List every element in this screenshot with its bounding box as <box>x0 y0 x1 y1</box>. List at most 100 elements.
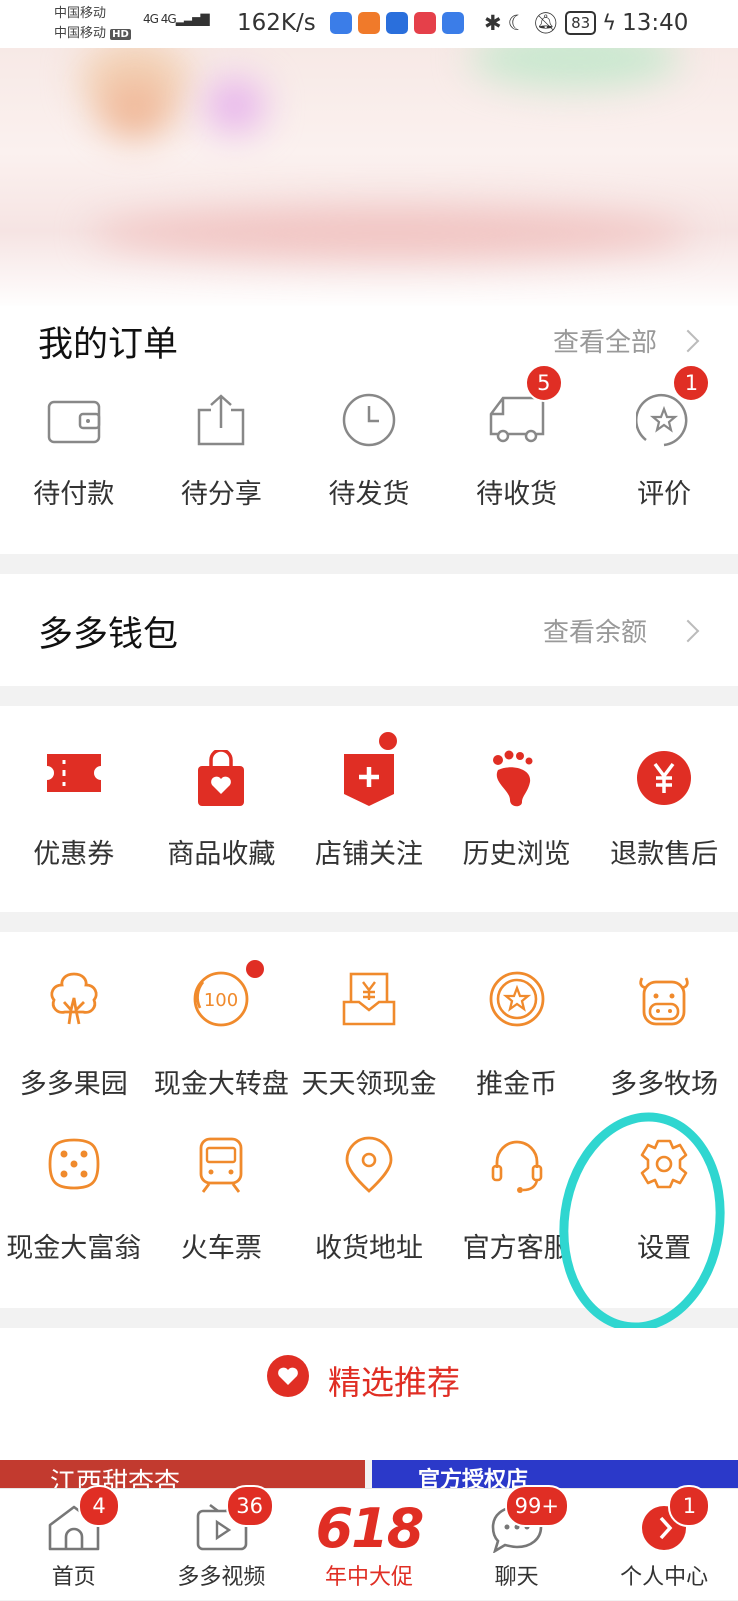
train-icon <box>195 1136 247 1198</box>
wallet-card[interactable]: 多多钱包 查看余额 <box>0 574 738 686</box>
view-all-orders-link[interactable]: 查看全部 <box>553 322 657 359</box>
svg-text:100: 100 <box>204 990 238 1011</box>
location-pin-icon <box>343 1136 395 1198</box>
banner-left-text: 江西甜杏杏 <box>50 1468 181 1490</box>
tool-label: 收货地址 <box>314 1233 423 1264</box>
tool-label: 现金大转盘 <box>153 1069 289 1100</box>
network-speed: 162K/s <box>237 10 316 36</box>
tab-video[interactable]: 多多视频 36 <box>148 1485 296 1601</box>
bulb-icon <box>386 12 408 34</box>
wallet-icon <box>46 392 102 452</box>
recommend-title: 精选推荐 <box>328 1363 460 1402</box>
tool-cow[interactable]: 多多牧场 <box>590 952 738 1112</box>
status-bar: 中国移动 中国移动 HD 4G 4G▂▃▅▇ 162K/s ✱ ☾ 🔕︎ 83 … <box>0 0 738 48</box>
cash-envelope-icon <box>341 970 397 1032</box>
count-badge: 1 <box>672 364 711 402</box>
system-icons: ✱ ☾ 🔕︎ 83 ϟ 13:40 <box>484 10 688 36</box>
store-follow-icon <box>342 750 396 812</box>
order-share[interactable]: 待分享 <box>148 382 296 532</box>
618-logo: 618 <box>315 1497 425 1560</box>
tab-chat[interactable]: 聊天 99+ <box>443 1485 591 1601</box>
blur-pill <box>470 48 680 88</box>
star-comment-icon <box>635 392 692 452</box>
tool-label: 现金大富翁 <box>6 1233 142 1264</box>
order-label: 待付款 <box>33 479 115 510</box>
banner-left[interactable]: 江西甜杏杏 <box>0 1460 365 1490</box>
tab-label: 个人中心 <box>620 1565 709 1590</box>
tool-tree[interactable]: 多多果园 <box>0 952 148 1112</box>
order-clock[interactable]: 待发货 <box>295 382 443 532</box>
tool-location-pin[interactable]: 收货地址 <box>295 1118 443 1278</box>
cow-icon <box>634 970 694 1032</box>
service-favorite-bag[interactable]: 商品收藏 <box>148 728 296 898</box>
bottom-tab-bar: 首页 4 多多视频 36 618 年中大促 聊天 99+ 个人中心 1 <box>0 1485 738 1601</box>
tab-profile[interactable]: 个人中心 1 <box>590 1485 738 1601</box>
tab-label: 年中大促 <box>324 1565 413 1590</box>
tab-badge: 36 <box>225 1485 274 1527</box>
service-coupon[interactable]: 优惠券 <box>0 728 148 898</box>
battery-icon: 83 <box>565 11 597 35</box>
baidu-paw-icon-2 <box>442 12 464 34</box>
services-card: 优惠券 商品收藏 店铺关注 历史浏览 退款售后 <box>0 706 738 912</box>
hd-badge: HD <box>110 29 131 40</box>
tab-badge: 4 <box>78 1485 120 1527</box>
tab-label: 多多视频 <box>177 1565 266 1590</box>
tree-icon <box>45 970 103 1032</box>
tool-label: 多多牧场 <box>610 1069 719 1100</box>
baidu-paw-icon <box>330 12 352 34</box>
avatar-shade <box>100 78 170 138</box>
order-label: 待发货 <box>328 479 410 510</box>
order-truck[interactable]: 待收货 5 <box>443 364 591 532</box>
tool-cash-envelope[interactable]: 天天领现金 <box>295 952 443 1112</box>
profile-header-blurred[interactable] <box>0 48 738 310</box>
order-label: 评价 <box>637 479 692 510</box>
order-wallet[interactable]: 待付款 <box>0 382 148 532</box>
tab-home[interactable]: 首页 4 <box>0 1485 148 1601</box>
service-label: 历史浏览 <box>462 839 571 870</box>
orders-title: 我的订单 <box>38 325 179 365</box>
yen-refund-icon <box>636 750 692 810</box>
order-label: 待分享 <box>180 479 262 510</box>
tab-promo[interactable]: 618 年中大促 <box>295 1489 443 1601</box>
book-icon <box>414 12 436 34</box>
chevron-right-icon <box>676 619 700 643</box>
service-label: 店铺关注 <box>314 839 423 870</box>
tool-wheel-100[interactable]: 100 现金大转盘 <box>148 952 296 1112</box>
wallet-title: 多多钱包 <box>38 615 179 655</box>
red-dot-badge <box>379 732 398 750</box>
dice-icon <box>46 1136 102 1196</box>
carrier-1: 中国移动 <box>54 6 107 21</box>
tool-coin[interactable]: 推金币 <box>443 952 591 1112</box>
service-label: 退款售后 <box>610 839 719 870</box>
tool-label: 推金币 <box>476 1069 558 1100</box>
favorite-bag-icon <box>196 748 246 812</box>
tool-label: 火车票 <box>180 1233 262 1264</box>
tool-train[interactable]: 火车票 <box>148 1118 296 1278</box>
carrier-2: 中国移动 <box>54 26 107 41</box>
blur-spot <box>205 78 265 133</box>
order-star-comment[interactable]: 评价 1 <box>590 364 738 532</box>
red-dot-badge <box>245 960 264 978</box>
banner-right-text: 官方授权店 <box>418 1468 529 1490</box>
headset-icon <box>489 1136 545 1198</box>
wheel-100-icon: 100 <box>192 970 250 1032</box>
carrier-info: 中国移动 中国移动 HD <box>54 4 131 45</box>
service-store-follow[interactable]: 店铺关注 <box>295 728 443 898</box>
bluetooth-icon: ✱ <box>484 11 502 35</box>
service-label: 优惠券 <box>33 839 115 870</box>
tab-badge: 99+ <box>504 1485 569 1527</box>
service-yen-refund[interactable]: 退款售后 <box>590 728 738 898</box>
charging-icon: ϟ <box>602 11 617 35</box>
signal-label: 4G 4G <box>143 12 177 26</box>
service-footprint[interactable]: 历史浏览 <box>443 728 591 898</box>
footprint-icon <box>490 750 544 812</box>
chevron-right-icon <box>676 329 700 353</box>
notification-icons <box>330 12 464 34</box>
tool-label: 多多果园 <box>19 1069 128 1100</box>
order-label: 待收货 <box>476 479 558 510</box>
tool-dice[interactable]: 现金大富翁 <box>0 1118 148 1278</box>
view-balance-link[interactable]: 查看余额 <box>543 612 647 649</box>
share-icon <box>193 392 249 452</box>
moon-icon: ☾ <box>507 11 527 35</box>
service-label: 商品收藏 <box>167 839 276 870</box>
